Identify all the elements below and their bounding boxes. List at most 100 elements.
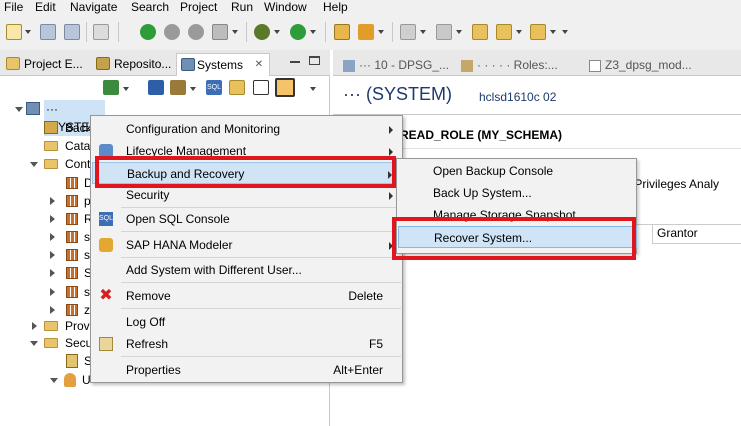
remove-icon: ✖ <box>99 287 113 304</box>
expand-icon[interactable] <box>30 162 38 167</box>
open-type-icon[interactable] <box>334 24 350 40</box>
submenu-item-back-up-system[interactable]: Back Up System... <box>398 182 637 204</box>
prev-dropdown-icon[interactable] <box>456 30 462 34</box>
prev-annotation-icon[interactable] <box>436 24 452 40</box>
forward-nav-icon[interactable] <box>530 24 546 40</box>
menu-help[interactable]: Help <box>323 0 348 14</box>
editor-icon <box>343 59 355 72</box>
package-icon <box>66 286 78 298</box>
menu-run[interactable]: Run <box>231 0 253 14</box>
menu-item-open-sql-console[interactable]: SQL Open SQL Console <box>92 208 403 230</box>
package-icon <box>66 231 78 243</box>
new-icon[interactable] <box>6 24 22 40</box>
backup-icon <box>44 121 58 134</box>
tab-systems[interactable]: Systems ✕ <box>176 53 270 76</box>
expand-icon[interactable] <box>50 215 55 223</box>
column-header-grantor[interactable]: Grantor <box>652 224 741 244</box>
package-icon <box>66 177 78 189</box>
back-dropdown-icon[interactable] <box>516 30 522 34</box>
menu-separator <box>121 257 401 258</box>
menu-item-add-system-user[interactable]: Add System with Different User... <box>92 259 403 281</box>
menu-item-properties[interactable]: Properties Alt+Enter <box>92 359 403 381</box>
sql-icon[interactable]: SQL <box>206 80 222 95</box>
tab-editor-dpsg[interactable]: ··· 10 - DPSG_... <box>343 54 449 76</box>
tools-dropdown-icon[interactable] <box>190 87 196 91</box>
menu-window[interactable]: Window <box>264 0 307 14</box>
folder-icon <box>44 141 58 151</box>
menu-item-label: Remove <box>126 289 171 303</box>
expand-icon[interactable] <box>50 269 55 277</box>
expand-icon[interactable] <box>50 288 55 296</box>
menu-item-label: Configuration and Monitoring <box>126 122 281 136</box>
folder-icon <box>44 338 58 348</box>
add-system-dropdown-icon[interactable] <box>123 87 129 91</box>
annotation-icon[interactable] <box>400 24 416 40</box>
folder-icon[interactable] <box>229 80 245 95</box>
link-with-editor-icon[interactable] <box>275 78 295 97</box>
tab-editor-model[interactable]: Z3_dpsg_mod... <box>589 54 692 76</box>
menu-item-log-off[interactable]: Log Off <box>92 311 403 333</box>
menu-navigate[interactable]: Navigate <box>70 0 117 14</box>
forward-dropdown-icon[interactable] <box>550 30 556 34</box>
submenu-arrow-icon <box>389 192 393 200</box>
tab-editor-roles[interactable]: · · · · · Roles:... <box>461 54 558 76</box>
menu-search[interactable]: Search <box>131 0 169 14</box>
tab-project-explorer[interactable]: Project E... <box>0 53 92 76</box>
menu-item-refresh[interactable]: Refresh F5 <box>92 333 403 355</box>
dropdown-icon[interactable] <box>232 30 238 34</box>
menu-item-label: Refresh <box>126 337 169 351</box>
expand-icon[interactable] <box>50 233 55 241</box>
package-icon <box>66 267 78 279</box>
expand-icon[interactable] <box>50 251 55 259</box>
tools-icon[interactable] <box>170 80 186 95</box>
menu-item-configuration[interactable]: Configuration and Monitoring <box>92 118 403 140</box>
menu-item-shortcut: Delete <box>348 289 383 303</box>
close-icon[interactable]: ✕ <box>255 54 263 76</box>
annotation-dropdown-icon[interactable] <box>420 30 426 34</box>
stop-icon[interactable] <box>188 24 204 40</box>
submenu-arrow-icon <box>389 148 393 156</box>
menu-edit[interactable]: Edit <box>35 0 56 14</box>
expand-icon[interactable] <box>50 197 55 205</box>
expand-icon[interactable] <box>32 322 37 330</box>
task-dropdown-icon[interactable] <box>378 30 384 34</box>
modeler-icon <box>99 238 113 252</box>
run-config-icon[interactable] <box>290 24 306 40</box>
monitor-icon[interactable] <box>148 80 164 95</box>
maximize-icon[interactable] <box>309 56 320 65</box>
back-icon[interactable] <box>472 24 488 40</box>
save-all-icon[interactable] <box>64 24 80 40</box>
menu-separator <box>121 308 401 309</box>
expand-icon[interactable] <box>15 107 23 112</box>
back-nav-icon[interactable] <box>496 24 512 40</box>
minimize-icon[interactable] <box>290 61 300 63</box>
save-icon[interactable] <box>40 24 56 40</box>
debug-dropdown-icon[interactable] <box>274 30 280 34</box>
expand-icon[interactable] <box>50 378 58 383</box>
menu-file[interactable]: File <box>4 0 23 14</box>
run-icon[interactable] <box>140 24 156 40</box>
model-icon <box>589 59 601 72</box>
menu-item-hana-modeler[interactable]: SAP HANA Modeler <box>92 234 403 256</box>
expand-icon[interactable] <box>30 341 38 346</box>
menu-separator <box>121 231 401 232</box>
menu-project[interactable]: Project <box>180 0 217 14</box>
forward-icon[interactable] <box>164 24 180 40</box>
submenu-item-open-backup-console[interactable]: Open Backup Console <box>398 160 637 182</box>
menu-item-remove[interactable]: ✖ Remove Delete <box>92 285 403 307</box>
debug-icon[interactable] <box>254 24 270 40</box>
expand-icon[interactable] <box>50 306 55 314</box>
tab-repositories[interactable]: Reposito... <box>90 53 178 76</box>
folder-icon <box>44 321 58 331</box>
print-icon[interactable] <box>93 24 109 40</box>
collapse-all-icon[interactable] <box>253 80 269 95</box>
more-dropdown-icon[interactable] <box>562 30 568 34</box>
run-dropdown-icon[interactable] <box>310 30 316 34</box>
tab-label: Reposito... <box>114 57 172 71</box>
settings-icon[interactable] <box>212 24 228 40</box>
view-menu-icon[interactable] <box>310 87 316 91</box>
add-system-icon[interactable] <box>103 80 119 95</box>
new-dropdown-icon[interactable] <box>25 30 31 34</box>
systems-icon <box>181 58 195 71</box>
open-task-icon[interactable] <box>358 24 374 40</box>
